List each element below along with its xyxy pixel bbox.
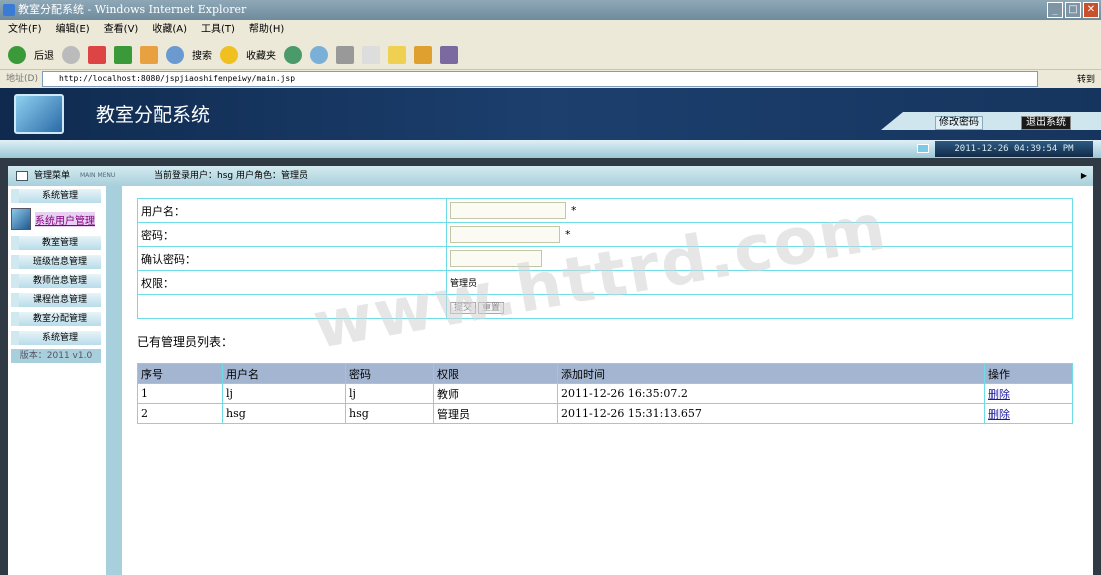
messenger-icon[interactable] bbox=[414, 45, 432, 64]
menu-file[interactable]: 文件(F) bbox=[8, 20, 42, 40]
toolbar: 后退 搜索 收藏夹 bbox=[0, 40, 1101, 70]
logout-button[interactable]: 退出系统 bbox=[1021, 116, 1071, 130]
role-select[interactable]: 管理员 bbox=[450, 279, 477, 289]
address-bar: 地址(D) http://localhost:8080/jspjiaoshife… bbox=[0, 70, 1101, 88]
maximize-button[interactable]: □ bbox=[1065, 2, 1081, 18]
window-title-bar: 教室分配系统 - Windows Internet Explorer _ □ ✕ bbox=[0, 0, 1101, 20]
notes-icon[interactable] bbox=[388, 45, 406, 64]
address-input[interactable]: http://localhost:8080/jspjiaoshifenpeiwy… bbox=[42, 71, 1038, 87]
table-row: 2 hsg hsg 管理员 2011-12-26 15:31:13.657 删除 bbox=[137, 403, 1073, 424]
cell-username: hsg bbox=[222, 403, 346, 424]
form-spacer bbox=[137, 294, 447, 319]
delete-link[interactable]: 删除 bbox=[988, 408, 1010, 421]
cell-role: 管理员 bbox=[433, 403, 558, 424]
col-added-time: 添加时间 bbox=[557, 363, 985, 384]
required-mark: * bbox=[565, 227, 571, 241]
search-icon[interactable] bbox=[166, 45, 184, 64]
search-button[interactable]: 搜索 bbox=[192, 47, 212, 62]
table-row: 1 lj lj 教师 2011-12-26 16:35:07.2 删除 bbox=[137, 383, 1073, 404]
home-icon[interactable] bbox=[140, 45, 158, 64]
favorites-button[interactable]: 收藏夹 bbox=[246, 47, 276, 62]
role-label: 权限： bbox=[137, 270, 447, 295]
sidebar-item-system-users[interactable]: 系统用户管理 bbox=[11, 208, 101, 230]
admin-list-title: 已有管理员列表： bbox=[137, 335, 234, 349]
address-label: 地址(D) bbox=[6, 74, 38, 84]
print-icon[interactable] bbox=[336, 45, 354, 64]
sidebar: 系统管理 系统用户管理 教室管理 班级信息管理 教师信息管理 课程信息管理 教室… bbox=[8, 186, 106, 575]
username-label: 用户名： bbox=[137, 198, 447, 223]
version-label: 版本：2011 v1.0 bbox=[11, 349, 101, 363]
date-strip: 2011-12-26 04:39:54 PM bbox=[0, 140, 1101, 158]
menu-title: 管理菜单 bbox=[34, 171, 71, 181]
menu-subtitle: MAIN MENU bbox=[80, 172, 116, 179]
submit-button[interactable]: 提交 bbox=[450, 302, 477, 314]
app-title: 教室分配系统 bbox=[96, 104, 211, 126]
reset-button[interactable]: 重置 bbox=[478, 302, 505, 314]
window-title: 教室分配系统 - Windows Internet Explorer bbox=[18, 3, 247, 16]
cell-role: 教师 bbox=[433, 383, 558, 404]
sidebar-item-courses[interactable]: 课程信息管理 bbox=[11, 293, 101, 307]
cell-added-time: 2011-12-26 15:31:13.657 bbox=[557, 403, 985, 424]
stop-icon[interactable] bbox=[88, 45, 106, 64]
cell-index: 2 bbox=[137, 403, 223, 424]
ie-icon bbox=[3, 4, 15, 16]
username-input[interactable] bbox=[450, 202, 566, 219]
col-password: 密码 bbox=[345, 363, 434, 384]
sidebar-item-system-2[interactable]: 系统管理 bbox=[11, 331, 101, 345]
close-button[interactable]: ✕ bbox=[1083, 2, 1099, 18]
menu-header: 管理菜单 MAIN MENU 当前登录用户：hsg 用户角色：管理员 ▶ bbox=[8, 166, 1093, 186]
delete-link[interactable]: 删除 bbox=[988, 388, 1010, 401]
col-role: 权限 bbox=[433, 363, 558, 384]
minimize-button[interactable]: _ bbox=[1047, 2, 1063, 18]
confirm-password-input[interactable] bbox=[450, 250, 542, 267]
menu-tools[interactable]: 工具(T) bbox=[201, 20, 235, 40]
current-datetime: 2011-12-26 04:39:54 PM bbox=[935, 141, 1093, 157]
menu-help[interactable]: 帮助(H) bbox=[249, 20, 284, 40]
sidebar-item-teachers[interactable]: 教师信息管理 bbox=[11, 274, 101, 288]
monitor-icon bbox=[917, 144, 929, 153]
go-button[interactable]: 转到 bbox=[1077, 71, 1095, 89]
menu-favorites[interactable]: 收藏(A) bbox=[152, 20, 187, 40]
back-icon[interactable] bbox=[8, 45, 26, 64]
password-input[interactable] bbox=[450, 226, 560, 243]
edit-icon[interactable] bbox=[362, 45, 380, 64]
menu-icon bbox=[16, 171, 28, 181]
password-label: 密码： bbox=[137, 222, 447, 247]
expand-arrow-icon[interactable]: ▶ bbox=[1081, 166, 1087, 186]
col-index: 序号 bbox=[137, 363, 223, 384]
back-button[interactable]: 后退 bbox=[34, 47, 54, 62]
required-mark: * bbox=[571, 203, 577, 217]
current-user-info: 当前登录用户：hsg 用户角色：管理员 bbox=[154, 171, 308, 181]
mail-icon[interactable] bbox=[310, 45, 328, 64]
monitor-logo-icon bbox=[14, 94, 64, 134]
forward-icon[interactable] bbox=[62, 45, 80, 64]
sidebar-item-allocation[interactable]: 教室分配管理 bbox=[11, 312, 101, 326]
user-form: 用户名： * 密码： * 确认密码： 权限： 管理员 提交 重置 bbox=[137, 198, 1073, 319]
menu-view[interactable]: 查看(V) bbox=[104, 20, 139, 40]
app-banner: 教室分配系统 bbox=[0, 88, 1101, 140]
favorites-star-icon[interactable] bbox=[220, 45, 238, 64]
refresh-icon[interactable] bbox=[114, 45, 132, 64]
cell-password: hsg bbox=[345, 403, 434, 424]
system-users-link[interactable]: 系统用户管理 bbox=[35, 212, 95, 227]
sidebar-item-classes[interactable]: 班级信息管理 bbox=[11, 255, 101, 269]
menu-edit[interactable]: 编辑(E) bbox=[56, 20, 90, 40]
sidebar-splitter[interactable] bbox=[106, 186, 122, 575]
confirm-password-label: 确认密码： bbox=[137, 246, 447, 271]
table-header: 序号 用户名 密码 权限 添加时间 操作 bbox=[137, 363, 1073, 384]
research-icon[interactable] bbox=[440, 45, 458, 64]
menu-bar: 文件(F) 编辑(E) 查看(V) 收藏(A) 工具(T) 帮助(H) bbox=[0, 20, 1101, 40]
admin-table: 序号 用户名 密码 权限 添加时间 操作 1 lj lj 教师 2011-12-26 1… bbox=[137, 363, 1073, 424]
col-username: 用户名 bbox=[222, 363, 346, 384]
col-action: 操作 bbox=[984, 363, 1073, 384]
cell-password: lj bbox=[345, 383, 434, 404]
change-password-button[interactable]: 修改密码 bbox=[935, 116, 983, 130]
sidebar-item-classrooms[interactable]: 教室管理 bbox=[11, 236, 101, 250]
cell-username: lj bbox=[222, 383, 346, 404]
cell-added-time: 2011-12-26 16:35:07.2 bbox=[557, 383, 985, 404]
sidebar-item-system[interactable]: 系统管理 bbox=[11, 189, 101, 203]
user-admin-icon bbox=[11, 208, 31, 230]
history-icon[interactable] bbox=[284, 45, 302, 64]
cell-index: 1 bbox=[137, 383, 223, 404]
